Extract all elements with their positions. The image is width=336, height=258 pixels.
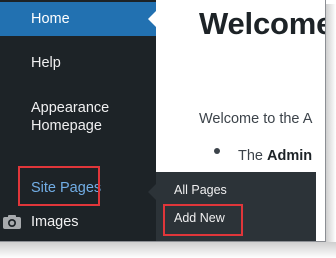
camera-icon [3, 215, 21, 229]
site-pages-submenu: All Pages Add New [148, 172, 316, 242]
bullet-text: The Admin [238, 148, 312, 164]
page-title: Welcome [199, 6, 326, 41]
sidebar-item-home[interactable]: Home [0, 2, 156, 36]
bullet-marker [214, 148, 220, 154]
bullet-bold: Admin [267, 148, 313, 164]
sidebar-item-help[interactable]: Help [0, 46, 156, 80]
sidebar-item-label: Home [31, 11, 70, 27]
frame-shadow-right [326, 4, 336, 258]
submenu-item-all-pages[interactable]: All Pages [174, 183, 227, 197]
sidebar-item-label: Homepage [31, 118, 102, 134]
sidebar-item-label: Site Pages [31, 180, 102, 196]
frame-shadow-bottom [0, 242, 336, 258]
submenu-item-add-new[interactable]: Add New [174, 211, 225, 225]
submenu-item-label: All Pages [174, 183, 227, 197]
sidebar-item-site-pages[interactable]: Site Pages [0, 171, 156, 205]
main-content: Welcome Welcome to the A The Admin · [156, 0, 326, 172]
submenu-item-label: Add New [174, 211, 225, 225]
admin-sidebar: Home Help Appearance Homepage Site Pages… [0, 0, 156, 242]
sidebar-item-label: Help [31, 55, 61, 71]
sidebar-item-homepage[interactable]: Homepage [0, 109, 156, 143]
sidebar-item-images[interactable]: Images [0, 205, 156, 239]
intro-text: Welcome to the A [199, 111, 313, 127]
bullet-prefix: The [238, 148, 268, 164]
sidebar-item-label: Images [31, 214, 79, 230]
